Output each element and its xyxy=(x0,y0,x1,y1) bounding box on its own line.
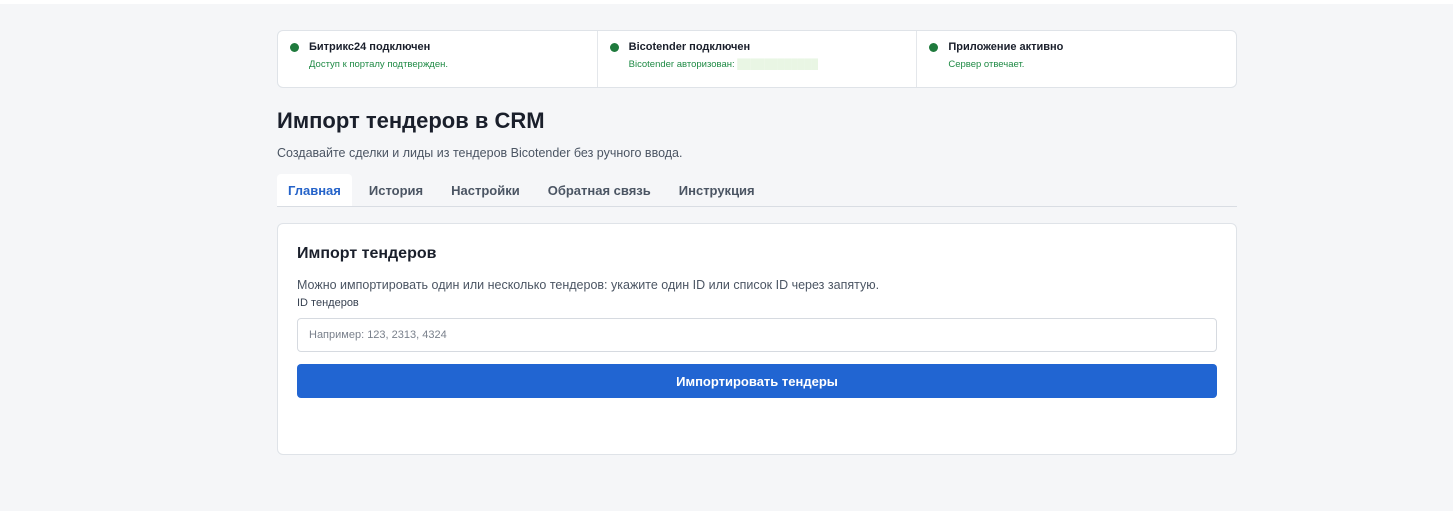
status-app: Приложение активно Сервер отвечает. xyxy=(917,31,1236,87)
page-title: Импорт тендеров в CRM xyxy=(277,108,545,133)
status-message: Доступ к порталу подтвержден. xyxy=(309,59,449,70)
tab-instructions[interactable]: Инструкция xyxy=(668,174,766,206)
import-tenders-button[interactable]: Импортировать тендеры xyxy=(297,364,1217,398)
import-card-description: Можно импортировать один или несколько т… xyxy=(297,278,880,292)
status-ok-indicator-icon xyxy=(609,43,619,52)
status-title: Приложение активно xyxy=(948,41,1064,53)
status-ok-indicator-icon xyxy=(929,43,939,52)
import-card-title: Импорт тендеров xyxy=(297,245,437,262)
status-bitrix24: Битрикс24 подключен Доступ к порталу под… xyxy=(278,31,598,87)
status-message: Сервер отвечает. xyxy=(948,59,1025,70)
page-subtitle: Создавайте сделки и лиды из тендеров Bic… xyxy=(277,146,683,160)
import-card: Импорт тендеров Можно импортировать один… xyxy=(277,223,1237,455)
main-container: Битрикс24 подключен Доступ к порталу под… xyxy=(277,30,1237,455)
status-bar: Битрикс24 подключен Доступ к порталу под… xyxy=(277,30,1237,88)
status-title: Битрикс24 подключен xyxy=(309,41,431,53)
status-ok-indicator-icon xyxy=(290,43,299,52)
status-bicotender: Bicotender подключен Bicotender авторизо… xyxy=(598,31,918,87)
tab-feedback[interactable]: Обратная связь xyxy=(537,174,662,206)
tab-main[interactable]: Главная xyxy=(277,174,352,206)
tender-ids-label: ID тендеров xyxy=(297,297,359,309)
status-title: Bicotender подключен xyxy=(628,41,751,53)
page-background: Битрикс24 подключен Доступ к порталу под… xyxy=(0,4,1453,511)
tender-ids-input[interactable] xyxy=(297,318,1217,352)
tab-settings[interactable]: Настройки xyxy=(440,174,531,206)
tab-history[interactable]: История xyxy=(358,174,434,206)
redacted-account-name: ████████████ xyxy=(737,59,819,70)
status-message: Bicotender авторизован: ████████████ xyxy=(628,59,819,70)
tab-bar: Главная История Настройки Обратная связь… xyxy=(277,174,1237,207)
